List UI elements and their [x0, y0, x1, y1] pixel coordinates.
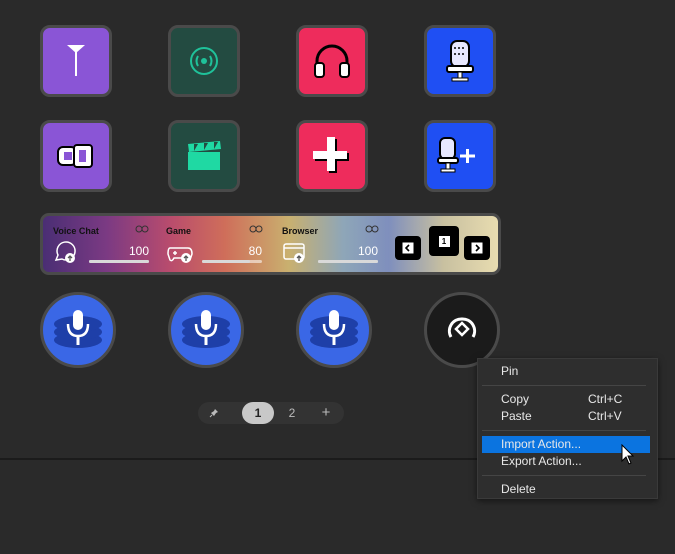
menu-item-copy[interactable]: Copy Ctrl+C [482, 391, 650, 408]
pin-icon [209, 409, 218, 418]
volume-fill [202, 260, 250, 263]
key-antenna[interactable] [40, 25, 112, 97]
volume-fill [318, 260, 378, 263]
link-icon [249, 225, 263, 233]
volume-bar[interactable] [318, 260, 378, 263]
channel-browser[interactable]: Browser 100 [272, 216, 392, 272]
key-microphone[interactable] [424, 25, 496, 97]
clapperboard-icon [188, 141, 221, 170]
menu-separator [482, 475, 646, 476]
menu-label: Export Action... [501, 454, 582, 468]
channel-voice-chat[interactable]: Voice Chat 100 [43, 216, 163, 272]
context-menu: Pin Copy Ctrl+C Paste Ctrl+V Import Action… [477, 358, 658, 499]
menu-shortcut: Ctrl+C [588, 392, 623, 406]
menu-label: Copy [501, 392, 530, 406]
stream-logo-icon [57, 144, 93, 168]
volume-fill [89, 260, 149, 263]
menu-label: Paste [501, 409, 532, 423]
add-page-button[interactable]: + [312, 402, 340, 424]
mixer-page-indicator: 1 [429, 226, 459, 256]
microphone-stack-icon [182, 310, 230, 348]
channel-label: Game [166, 226, 192, 236]
channel-label: Browser [282, 226, 319, 236]
volume-mixer[interactable]: Voice Chat 100 Game 80 Browser 100 1 [40, 213, 501, 275]
volume-bar[interactable] [89, 260, 149, 263]
plus-icon [313, 137, 349, 173]
chevron-left-icon [402, 242, 414, 254]
mixer-prev-button[interactable] [395, 236, 421, 260]
channel-value: 100 [357, 244, 378, 258]
menu-item-paste[interactable]: Paste Ctrl+V [482, 408, 650, 425]
mixer-next-button[interactable] [464, 236, 490, 260]
key-plus[interactable] [296, 120, 368, 192]
menu-shortcut: Ctrl+V [588, 409, 622, 423]
channel-value: 80 [248, 244, 262, 258]
page-1-button[interactable]: 1 [242, 402, 274, 424]
mic-dial-2[interactable] [168, 292, 244, 368]
chevron-right-icon [471, 242, 483, 254]
microphone-stack-icon [54, 310, 102, 348]
mixer-page-number: 1 [438, 235, 450, 247]
menu-label: Delete [501, 482, 536, 496]
page-2-button[interactable]: 2 [278, 402, 306, 424]
antenna-icon [67, 45, 85, 76]
empty-dial[interactable] [424, 292, 500, 368]
key-broadcast[interactable] [168, 25, 240, 97]
mouse-cursor-icon [621, 444, 635, 465]
broadcast-icon [190, 47, 218, 75]
menu-separator [482, 385, 646, 386]
menu-item-delete[interactable]: Delete [482, 481, 650, 498]
link-icon [135, 225, 149, 233]
browser-icon [283, 243, 305, 263]
key-stream-logo[interactable] [40, 120, 112, 192]
microphone-icon [446, 40, 474, 82]
key-clapperboard[interactable] [168, 120, 240, 192]
menu-item-pin[interactable]: Pin [482, 363, 650, 380]
microphone-plus-icon [437, 137, 475, 173]
link-icon [365, 225, 379, 233]
headphones-icon [314, 44, 350, 78]
mic-dial-1[interactable] [40, 292, 116, 368]
channel-game[interactable]: Game 80 [156, 216, 276, 272]
volume-bar[interactable] [202, 260, 262, 263]
key-microphone-plus[interactable] [424, 120, 496, 192]
menu-separator [482, 430, 646, 431]
dial-rotate-icon [447, 317, 477, 338]
page-selector: 1 2 + [198, 402, 344, 424]
menu-label: Import Action... [501, 437, 582, 451]
key-headphones[interactable] [296, 25, 368, 97]
microphone-stack-icon [310, 310, 358, 348]
channel-label: Voice Chat [53, 226, 99, 236]
channel-value: 100 [128, 244, 149, 258]
pin-page-button[interactable] [198, 402, 230, 424]
gamepad-icon [167, 247, 193, 263]
chat-icon [54, 241, 76, 263]
mic-dial-3[interactable] [296, 292, 372, 368]
menu-label: Pin [501, 364, 519, 378]
